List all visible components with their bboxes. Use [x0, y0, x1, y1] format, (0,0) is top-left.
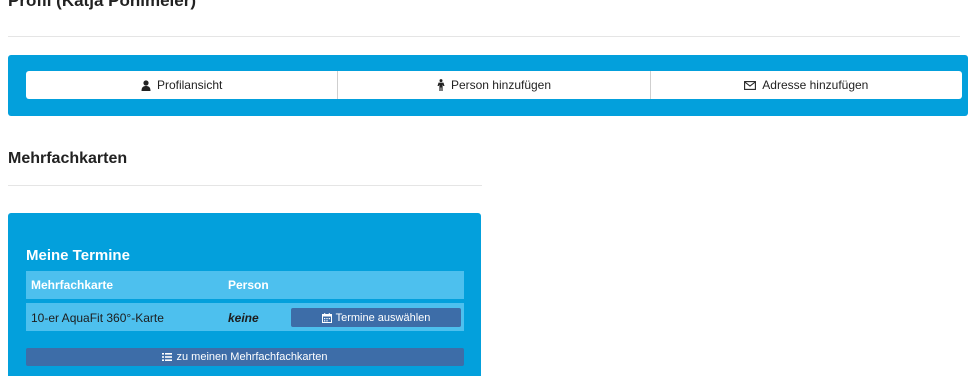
profile-view-label: Profilansicht	[156, 78, 223, 92]
profile-action-bar: Profilansicht Person hinzufügen Adresse …	[8, 55, 968, 116]
profile-button-group: Profilansicht Person hinzufügen Adresse …	[26, 71, 962, 99]
list-icon	[162, 353, 173, 361]
table-row: 10-er AquaFit 360°-Karte keine Termine a…	[26, 303, 464, 331]
column-header-person: Person	[228, 278, 269, 292]
envelope-icon	[744, 80, 757, 90]
calendar-icon	[321, 312, 332, 323]
profile-view-button[interactable]: Profilansicht	[26, 71, 337, 99]
card-name-cell: 10-er AquaFit 360°-Karte	[31, 311, 164, 325]
add-address-button[interactable]: Adresse hinzufügen	[649, 71, 962, 99]
select-appointments-button[interactable]: Termine auswählen	[291, 308, 461, 327]
section-title: Mehrfachkarten	[8, 150, 128, 167]
termine-card: Meine Termine Mehrfachkarte Person 10-er…	[8, 213, 481, 376]
person-cell: keine	[228, 311, 259, 325]
my-multi-cards-label: zu meinen Mehrfachfachkarten	[176, 351, 328, 363]
section-divider	[8, 185, 482, 186]
person-icon	[437, 79, 445, 91]
user-icon	[141, 79, 151, 91]
select-appointments-label: Termine auswählen	[335, 311, 431, 324]
add-address-label: Adresse hinzufügen	[762, 78, 869, 92]
add-person-label: Person hinzufügen	[450, 78, 552, 92]
title-divider	[8, 36, 960, 37]
table-header: Mehrfachkarte Person	[26, 271, 464, 299]
card-title: Meine Termine	[26, 247, 130, 264]
add-person-button[interactable]: Person hinzufügen	[337, 71, 649, 99]
my-multi-cards-button[interactable]: zu meinen Mehrfachfachkarten	[26, 348, 464, 366]
column-header-mehrfachkarte: Mehrfachkarte	[31, 278, 114, 292]
page-title: Profil (Katja Pohlmeier)	[8, 0, 196, 10]
